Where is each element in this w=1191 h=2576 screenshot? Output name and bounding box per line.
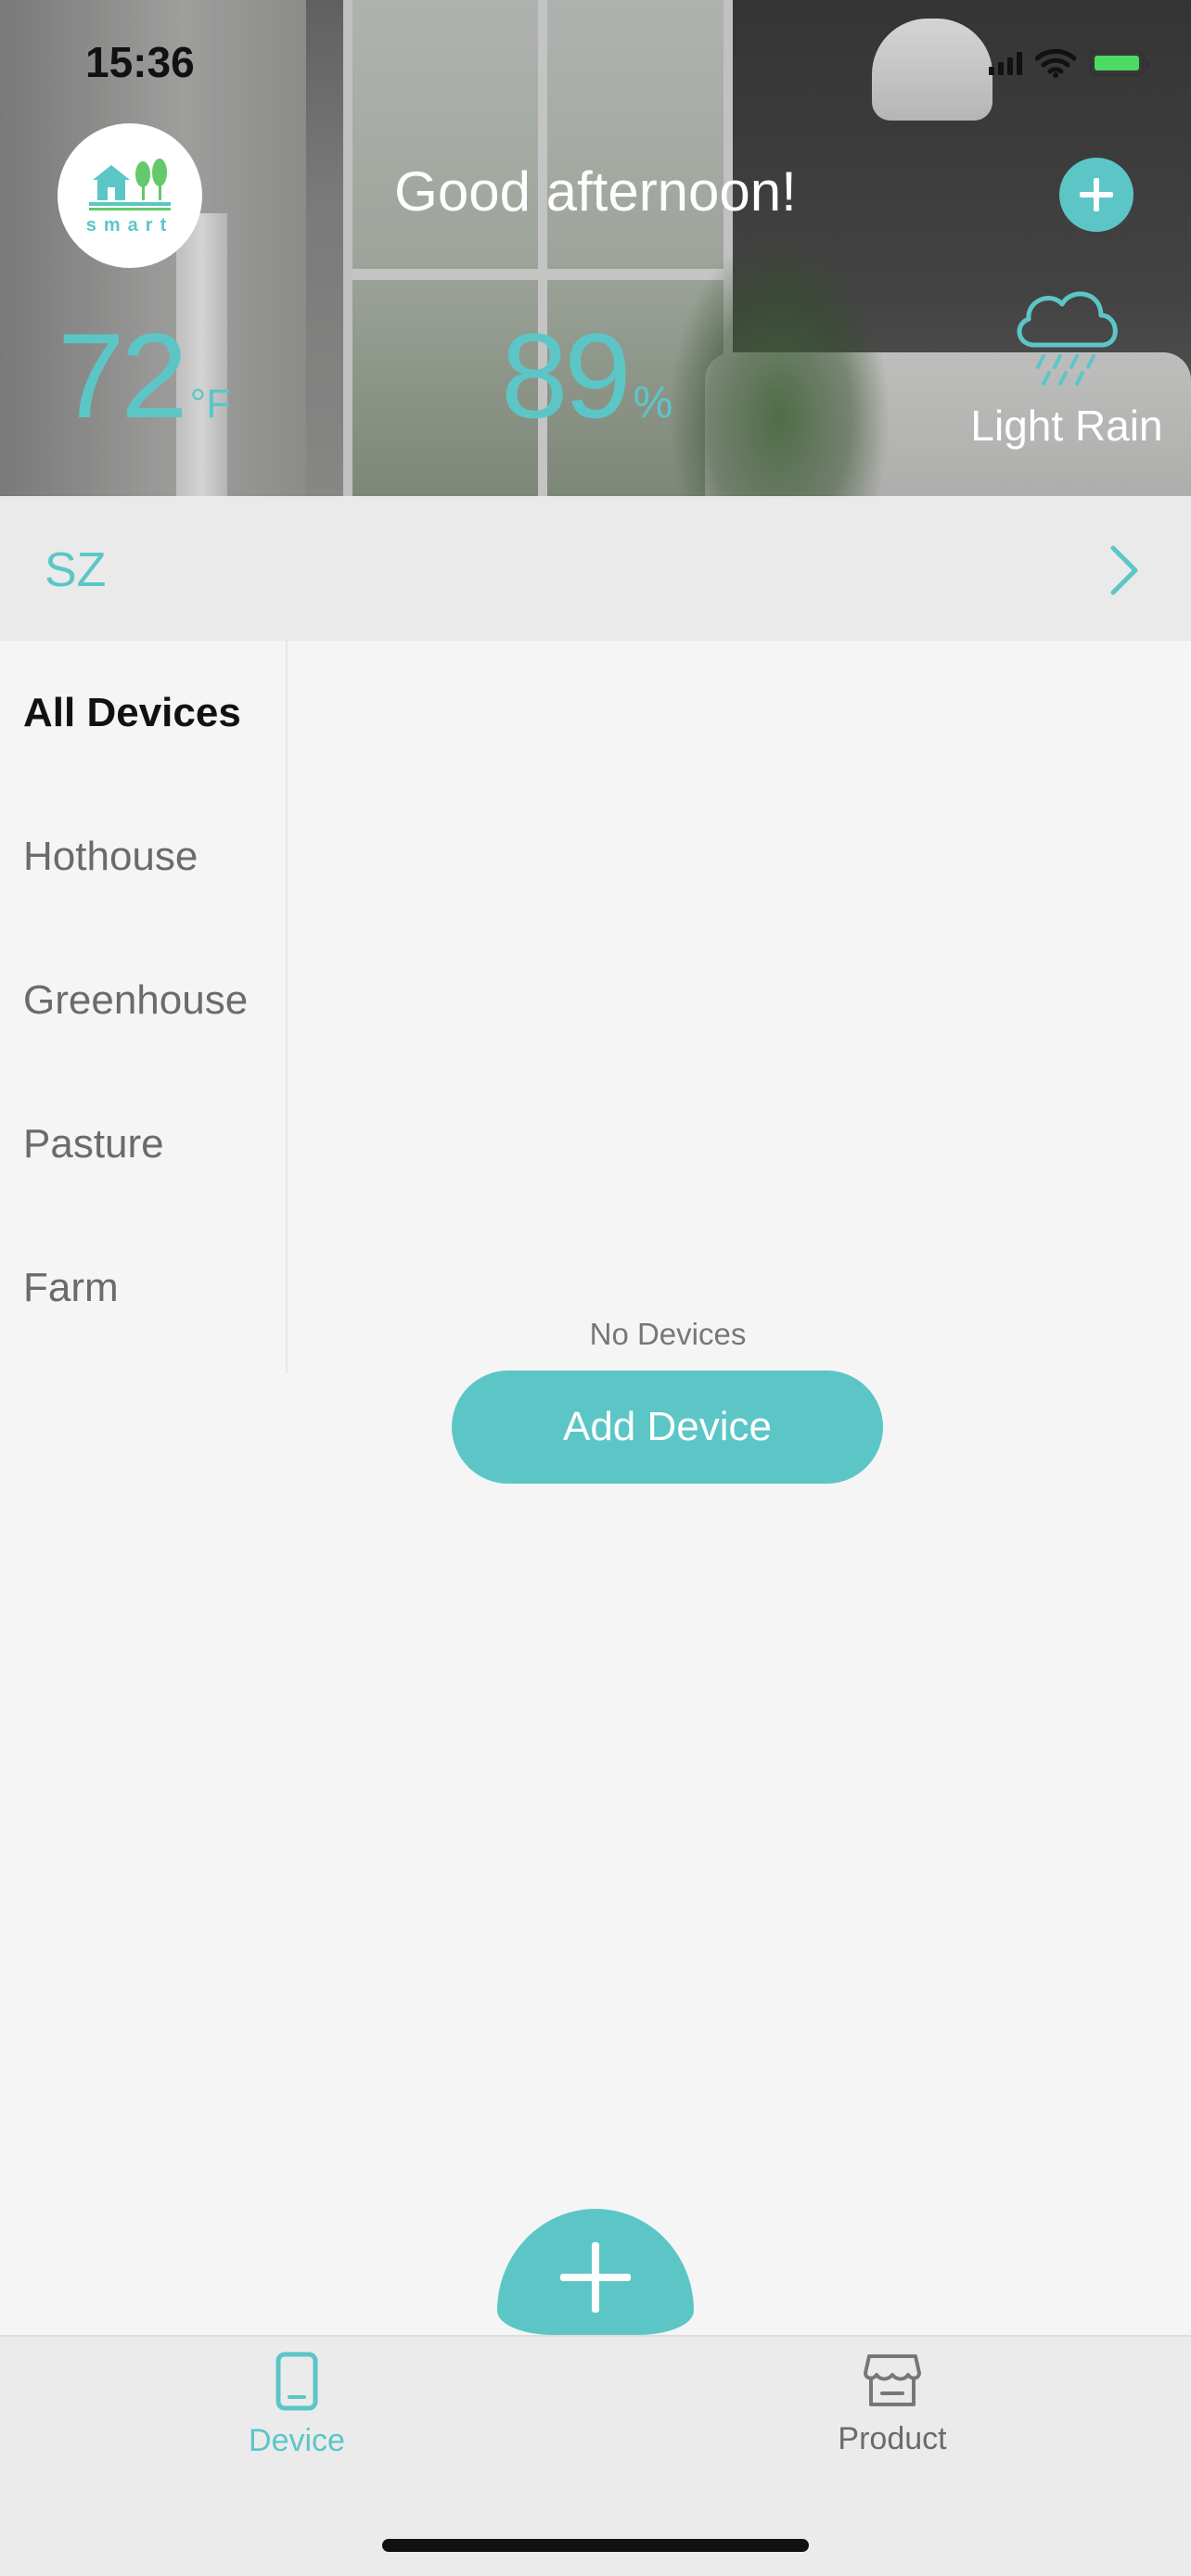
greeting-text: Good afternoon! <box>394 160 797 223</box>
center-add-button[interactable] <box>497 2209 694 2335</box>
temperature-readout: 72 °F <box>58 306 231 445</box>
humidity-readout: 89 % <box>501 306 672 445</box>
tab-device[interactable]: Device <box>176 2351 417 2459</box>
room-sidebar: All Devices Hothouse Greenhouse Pasture … <box>0 641 288 1373</box>
location-name: SZ <box>45 543 107 597</box>
humidity-value: 89 <box>501 308 632 443</box>
tab-product-label: Product <box>838 2421 947 2456</box>
plus-icon <box>1080 178 1113 211</box>
humidity-unit: % <box>633 378 673 427</box>
temperature-unit: °F <box>189 381 232 427</box>
tab-product[interactable]: Product <box>772 2351 1013 2457</box>
temperature-value: 72 <box>58 308 188 443</box>
phone-device-icon <box>275 2352 318 2411</box>
sidebar-item-all-devices[interactable]: All Devices <box>0 641 286 784</box>
sidebar-item-hothouse[interactable]: Hothouse <box>0 784 286 928</box>
sidebar-item-farm[interactable]: Farm <box>0 1216 286 1359</box>
plus-icon <box>560 2242 631 2313</box>
status-time: 15:36 <box>85 38 195 86</box>
weather-widget: Light Rain <box>955 278 1178 451</box>
sidebar-item-greenhouse[interactable]: Greenhouse <box>0 928 286 1072</box>
location-selector[interactable]: SZ <box>0 496 1191 641</box>
add-device-button[interactable]: Add Device <box>452 1371 883 1484</box>
wifi-icon <box>1035 48 1076 78</box>
rain-cloud-icon <box>1017 291 1118 386</box>
empty-state-text: No Devices <box>589 1317 747 1351</box>
battery-charging-icon <box>1089 50 1149 76</box>
tab-device-label: Device <box>249 2423 345 2458</box>
cellular-signal-icon <box>989 51 1022 75</box>
weather-label: Light Rain <box>970 402 1163 450</box>
home-indicator[interactable] <box>382 2539 809 2552</box>
sidebar-item-pasture[interactable]: Pasture <box>0 1072 286 1216</box>
status-icons <box>989 48 1149 78</box>
chevron-right-icon <box>1110 545 1138 595</box>
add-button[interactable] <box>1059 158 1133 232</box>
store-icon <box>864 2354 921 2406</box>
